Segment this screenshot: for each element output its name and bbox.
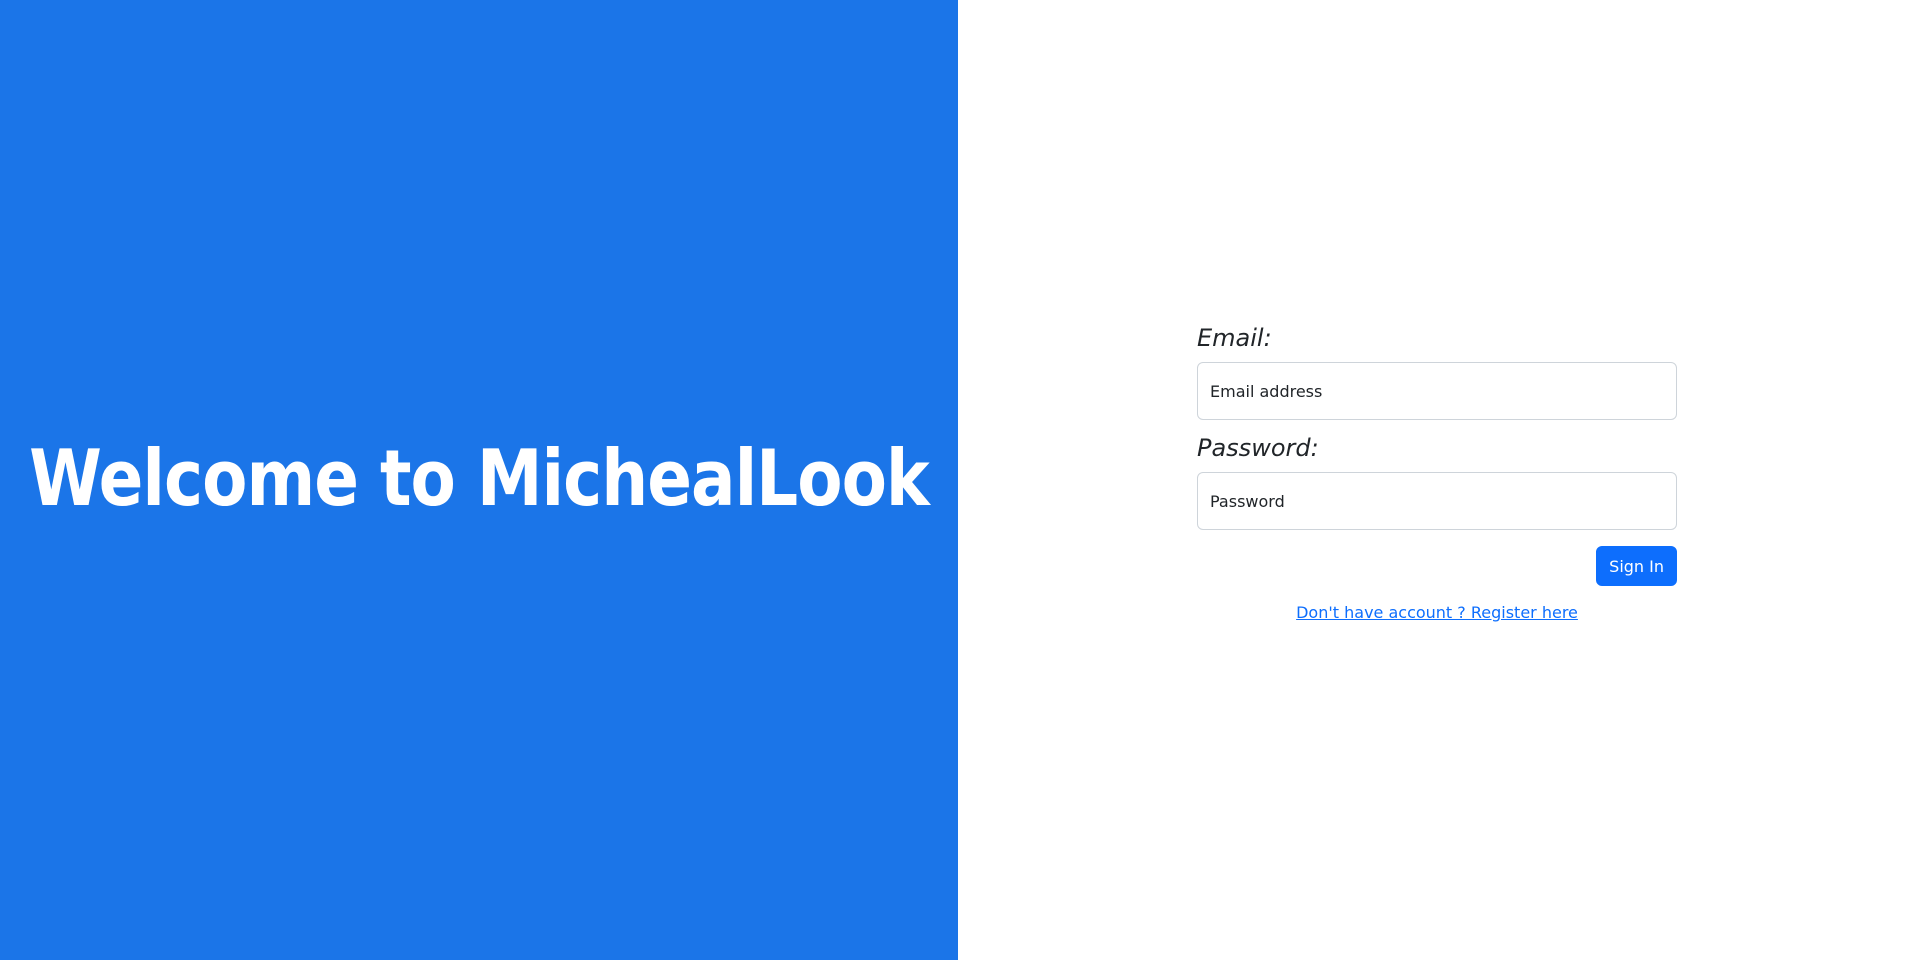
sign-in-button[interactable]: Sign In	[1596, 546, 1677, 586]
login-form: Email: Password: Sign In Don't have acco…	[1197, 320, 1677, 622]
welcome-title: Welcome to MichealLook	[29, 432, 930, 524]
welcome-panel: Welcome to MichealLook	[0, 0, 958, 960]
register-link[interactable]: Don't have account ? Register here	[1296, 603, 1578, 622]
email-field[interactable]	[1197, 362, 1677, 420]
password-label: Password:	[1197, 434, 1319, 462]
register-row: Don't have account ? Register here	[1197, 603, 1677, 622]
password-field[interactable]	[1197, 472, 1677, 530]
form-actions: Sign In	[1197, 546, 1677, 586]
login-page: Welcome to MichealLook Email: Password: …	[0, 0, 1916, 960]
email-label: Email:	[1197, 324, 1272, 352]
